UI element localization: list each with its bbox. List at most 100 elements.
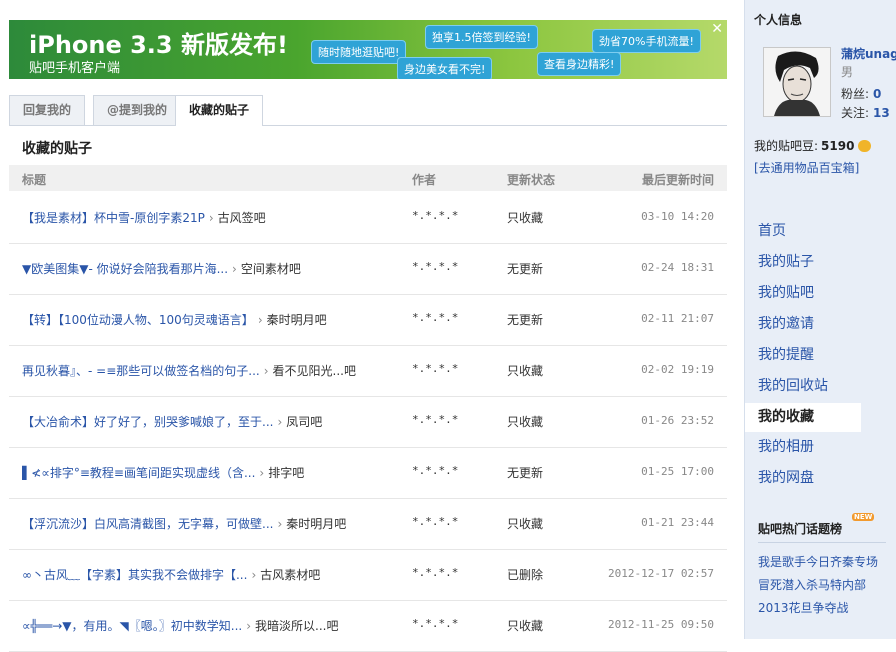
- table-row: ∝╬══→▼，有用。◥〖嗯。〗初中数学知... › 我暗淡所以...吧 *.*.*.*…: [9, 600, 727, 652]
- shop-link[interactable]: [去通用物品百宝箱]: [754, 159, 859, 176]
- table-header: 标题 作者 更新状态 最后更新时间: [9, 165, 727, 191]
- sidebar-item-netdisk[interactable]: 我的网盘: [745, 464, 861, 493]
- sidebar-item-my-posts[interactable]: 我的贴子: [745, 248, 861, 277]
- sidebar-item-favorites[interactable]: 我的收藏: [745, 403, 861, 432]
- post-title-cell: ∞丶古风﹏【字素】其实我不会做排字【... › 古风素材吧: [22, 566, 402, 583]
- table-row: ∞丶古风﹏【字素】其实我不会做排字【... › 古风素材吧 *.*.*.* 已删除 201…: [9, 549, 727, 601]
- beans-count: 5190: [821, 139, 855, 153]
- table-row: 再见秋暮』、- =≡那些可以做签名档的句子... › 看不见阳光...吧 *.*.*.…: [9, 345, 727, 397]
- tab-mentions[interactable]: @提到我的: [93, 95, 182, 125]
- forum-link[interactable]: 秦时明月吧: [286, 517, 346, 531]
- new-badge: NEW: [852, 513, 875, 521]
- app-promo-banner[interactable]: iPhone 3.3 新版发布! 贴吧手机客户端 随时随地逛贴吧! 独享1.5倍…: [9, 20, 727, 79]
- gender: 男: [841, 65, 854, 79]
- banner-bubble: 查看身边精彩!: [537, 52, 622, 76]
- column-header-time: 最后更新时间: [641, 173, 714, 187]
- time-cell: 02-02 19:19: [641, 363, 714, 376]
- status-cell: 只收藏: [507, 619, 544, 633]
- sidebar-item-recycle-bin[interactable]: 我的回收站: [745, 372, 861, 401]
- author-cell: *.*.*.*: [412, 311, 459, 324]
- author-cell: *.*.*.*: [412, 260, 459, 273]
- author-cell: *.*.*.*: [412, 515, 459, 528]
- post-title-link[interactable]: ▌≮∝排字°≡教程≡画笔间距实现虚线（含...: [22, 466, 255, 480]
- sidebar-item-home[interactable]: 首页: [745, 217, 861, 246]
- column-header-status: 更新状态: [507, 173, 556, 187]
- hot-topic-link[interactable]: 2013花旦争夺战: [758, 599, 849, 616]
- time-cell: 02-11 21:07: [641, 312, 714, 325]
- table-row: 【浮沉流沙】白风高清截图，无字幕，可做壁... › 秦时明月吧 *.*.*.* 只收藏 0…: [9, 498, 727, 550]
- forum-link[interactable]: 看不见阳光...吧: [273, 364, 356, 378]
- bean-icon: [858, 140, 872, 152]
- status-cell: 无更新: [507, 466, 544, 480]
- time-cell: 01-21 23:44: [641, 516, 714, 529]
- post-title-link[interactable]: 【大冶俞术】好了好了，别哭爹喊娘了，至于...: [22, 415, 273, 429]
- avatar[interactable]: [763, 47, 831, 117]
- post-title-link[interactable]: 【我是素材】杯中雪-原创字素21P: [22, 211, 205, 225]
- username-link[interactable]: 蒲烷unag: [841, 45, 896, 62]
- sidebar: 个人信息 蒲烷unag 男 粉丝: 0 关注: 13 我的贴吧豆: 5190 [去通用…: [744, 0, 896, 639]
- fans-label: 粉丝:: [841, 87, 870, 101]
- fans-count[interactable]: 0: [873, 87, 881, 101]
- table-row: 【大冶俞术】好了好了，别哭爹喊娘了，至于... › 凤司吧 *.*.*.* 只收藏 01-…: [9, 396, 727, 448]
- author-cell: *.*.*.*: [412, 413, 459, 426]
- forum-link[interactable]: 我暗淡所以...吧: [255, 619, 338, 633]
- post-title-cell: ∝╬══→▼，有用。◥〖嗯。〗初中数学知... › 我暗淡所以...吧: [22, 617, 402, 634]
- post-title-link[interactable]: ∝╬══→▼，有用。◥〖嗯。〗初中数学知...: [22, 619, 242, 633]
- chevron-right-icon: ›: [263, 364, 269, 378]
- author-cell: *.*.*.*: [412, 209, 459, 222]
- forum-link[interactable]: 古风签吧: [218, 211, 266, 225]
- tab-replies[interactable]: 回复我的: [9, 95, 86, 125]
- post-title-cell: 【大冶俞术】好了好了，别哭爹喊娘了，至于... › 凤司吧: [22, 413, 402, 430]
- status-cell: 只收藏: [507, 517, 544, 531]
- banner-bubble: 劲省70%手机流量!: [592, 29, 701, 53]
- post-title-link[interactable]: 【转】【100位动漫人物、100句灵魂语言】: [22, 313, 254, 327]
- post-title-cell: ▌≮∝排字°≡教程≡画笔间距实现虚线（含... › 排字吧: [22, 464, 402, 481]
- time-cell: 2012-12-17 02:57: [608, 567, 714, 580]
- post-title-link[interactable]: 【浮沉流沙】白风高清截图，无字幕，可做壁...: [22, 517, 273, 531]
- status-cell: 无更新: [507, 262, 544, 276]
- column-header-title: 标题: [22, 173, 47, 187]
- forum-link[interactable]: 古风素材吧: [260, 568, 320, 582]
- post-title-link[interactable]: ∞丶古风﹏【字素】其实我不会做排字【...: [22, 568, 247, 582]
- time-cell: 01-26 23:52: [641, 414, 714, 427]
- post-title-link[interactable]: ▼欧美图集▼- 你说好会陪我看那片海...: [22, 262, 228, 276]
- sidebar-item-my-bars[interactable]: 我的贴吧: [745, 279, 861, 308]
- post-title-cell: 【浮沉流沙】白风高清截图，无字幕，可做壁... › 秦时明月吧: [22, 515, 402, 532]
- status-cell: 只收藏: [507, 415, 544, 429]
- sidebar-item-invites[interactable]: 我的邀请: [745, 310, 861, 339]
- forum-link[interactable]: 排字吧: [268, 466, 304, 480]
- tab-favorites[interactable]: 收藏的贴子: [175, 95, 264, 126]
- follow-count[interactable]: 13: [873, 106, 890, 120]
- status-cell: 已删除: [507, 568, 544, 582]
- chevron-right-icon: ›: [257, 313, 263, 327]
- post-title-cell: ▼欧美图集▼- 你说好会陪我看那片海... › 空间素材吧: [22, 260, 402, 277]
- hot-topic-link[interactable]: 冒死潜入杀马特内部: [758, 576, 866, 593]
- post-title-cell: 再见秋暮』、- =≡那些可以做签名档的句子... › 看不见阳光...吧: [22, 362, 402, 379]
- post-title-link[interactable]: 再见秋暮』、- =≡那些可以做签名档的句子...: [22, 364, 260, 378]
- table-row: 【我是素材】杯中雪-原创字素21P › 古风签吧 *.*.*.* 只收藏 03-10 14…: [9, 192, 727, 244]
- time-cell: 02-24 18:31: [641, 261, 714, 274]
- main-content: iPhone 3.3 新版发布! 贴吧手机客户端 随时随地逛贴吧! 独享1.5倍…: [0, 0, 744, 652]
- sidebar-item-reminders[interactable]: 我的提醒: [745, 341, 861, 370]
- tab-bar: 回复我的 @提到我的 收藏的贴子: [9, 95, 727, 126]
- forum-link[interactable]: 凤司吧: [286, 415, 322, 429]
- page-title: 收藏的贴子: [22, 141, 92, 157]
- forum-link[interactable]: 空间素材吧: [241, 262, 301, 276]
- follow-stat[interactable]: 关注: 13: [841, 104, 890, 121]
- banner-title: iPhone 3.3 新版发布!: [29, 31, 288, 59]
- chevron-right-icon: ›: [259, 466, 265, 480]
- close-icon[interactable]: ✕: [711, 21, 723, 37]
- chevron-right-icon: ›: [208, 211, 214, 225]
- sidebar-item-albums[interactable]: 我的相册: [745, 433, 861, 462]
- time-cell: 01-25 17:00: [641, 465, 714, 478]
- author-cell: *.*.*.*: [412, 617, 459, 630]
- hot-topic-link[interactable]: 我是歌手今日齐秦专场: [758, 553, 878, 570]
- hot-topics-heading: 贴吧热门话题榜: [758, 522, 843, 536]
- fans-stat[interactable]: 粉丝: 0: [841, 85, 881, 102]
- profile-heading: 个人信息: [754, 13, 803, 27]
- column-header-author: 作者: [412, 173, 437, 187]
- forum-link[interactable]: 秦时明月吧: [267, 313, 327, 327]
- chevron-right-icon: ›: [246, 619, 252, 633]
- author-cell: *.*.*.*: [412, 566, 459, 579]
- divider: [758, 542, 886, 543]
